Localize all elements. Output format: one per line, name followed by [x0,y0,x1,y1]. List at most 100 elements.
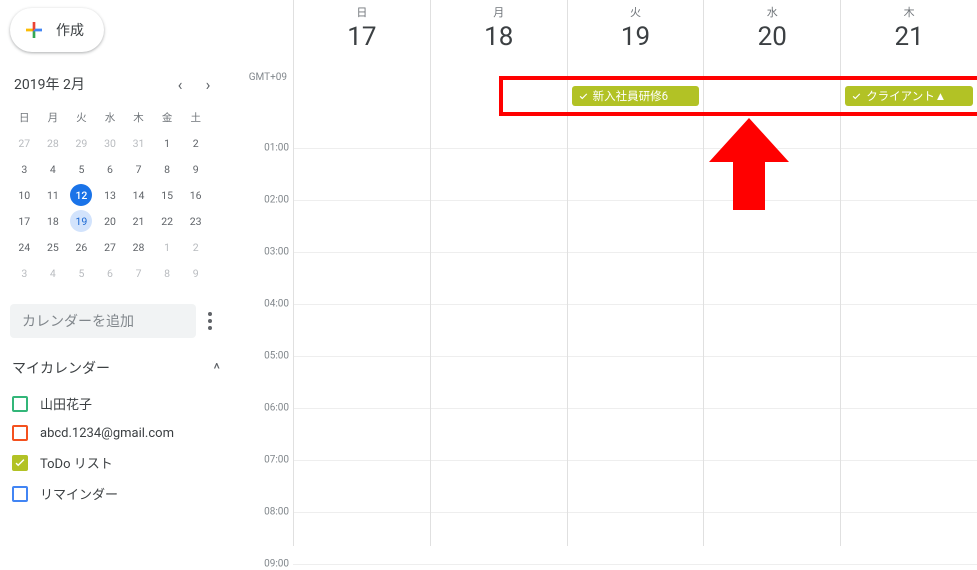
mini-cal-day[interactable]: 1 [153,234,182,260]
calendar-label: abcd.1234@gmail.com [40,426,174,441]
day-header[interactable]: 日 17 [294,0,430,80]
mini-cal-day[interactable]: 24 [10,234,39,260]
mini-cal-day[interactable]: 18 [39,208,68,234]
calendar-list-item[interactable]: ToDo リスト [10,447,226,478]
mini-cal-day[interactable]: 3 [10,156,39,182]
calendar-list-item[interactable]: リマインダー [10,478,226,509]
mini-cal-day[interactable]: 6 [96,260,125,286]
mini-cal-dow: 火 [67,104,96,130]
day-header[interactable]: 木 21 [841,0,977,80]
mini-cal-day[interactable]: 19 [67,208,96,234]
hour-label: 06:00 [237,403,289,414]
timezone-label: GMT+09 [237,72,293,83]
mini-cal-day[interactable]: 20 [96,208,125,234]
mini-cal-day[interactable]: 25 [39,234,68,260]
mini-cal-day[interactable]: 5 [67,156,96,182]
mini-cal-day[interactable]: 21 [124,208,153,234]
day-number: 18 [431,22,567,52]
mini-cal-day[interactable]: 27 [10,130,39,156]
check-icon [851,91,862,102]
mini-cal-day[interactable]: 12 [67,182,96,208]
mini-cal-title: 2019年 2月 [14,74,85,94]
mini-cal-day[interactable]: 9 [181,156,210,182]
mini-cal-day[interactable]: 13 [96,182,125,208]
mini-cal-day[interactable]: 28 [124,234,153,260]
create-label: 作成 [56,20,84,40]
hour-gridline [293,564,977,565]
mini-cal-day[interactable]: 10 [10,182,39,208]
mini-cal-day[interactable]: 30 [96,130,125,156]
hour-label: 01:00 [237,143,289,154]
mini-cal-day[interactable]: 4 [39,260,68,286]
mini-cal-day[interactable]: 2 [181,234,210,260]
hour-label: 07:00 [237,455,289,466]
mini-cal-day[interactable]: 3 [10,260,39,286]
day-column[interactable]: 日 17 [293,0,430,546]
mini-cal-dow: 月 [39,104,68,130]
next-month-button[interactable]: › [196,72,220,96]
mini-cal-day[interactable]: 23 [181,208,210,234]
day-header[interactable]: 月 18 [431,0,567,80]
mini-cal-dow: 金 [153,104,182,130]
chevron-up-icon: ^ [213,359,220,378]
mini-cal-day[interactable]: 9 [181,260,210,286]
calendar-event[interactable]: クライアント▲ [845,86,973,106]
day-column[interactable]: 火 19 新入社員研修6 [567,0,704,546]
hour-label: 09:00 [237,559,289,570]
calendar-checkbox[interactable] [12,425,28,441]
add-calendar-input[interactable]: カレンダーを追加 [10,304,196,338]
mini-cal-day[interactable]: 26 [67,234,96,260]
mini-calendar: 日月火水木金土 27282930311234567891011121314151… [10,104,210,286]
mini-cal-day[interactable]: 29 [67,130,96,156]
mini-cal-day[interactable]: 4 [39,156,68,182]
calendar-label: リマインダー [40,484,118,503]
mini-cal-day[interactable]: 6 [96,156,125,182]
calendar-list-item[interactable]: 山田花子 [10,388,226,419]
mini-cal-day[interactable]: 17 [10,208,39,234]
mini-cal-day[interactable]: 14 [124,182,153,208]
day-of-week-label: 月 [431,4,567,20]
mini-cal-day[interactable]: 5 [67,260,96,286]
mini-cal-day[interactable]: 22 [153,208,182,234]
mini-cal-day[interactable]: 8 [153,260,182,286]
mini-cal-day[interactable]: 7 [124,260,153,286]
mini-cal-day[interactable]: 31 [124,130,153,156]
hour-label: 04:00 [237,299,289,310]
day-of-week-label: 木 [841,4,977,20]
mini-cal-day[interactable]: 15 [153,182,182,208]
day-column[interactable]: 木 21 クライアント▲ [840,0,977,546]
day-number: 19 [568,22,704,52]
mini-cal-day[interactable]: 8 [153,156,182,182]
mini-cal-day[interactable]: 16 [181,182,210,208]
add-calendar-placeholder: カレンダーを追加 [22,311,134,331]
day-number: 17 [294,22,430,52]
day-column[interactable]: 水 20 [703,0,840,546]
calendar-checkbox[interactable] [12,486,28,502]
calendar-event[interactable]: 新入社員研修6 [572,86,700,106]
mini-cal-dow: 土 [181,104,210,130]
prev-month-button[interactable]: ‹ [168,72,192,96]
day-of-week-label: 日 [294,4,430,20]
my-calendars-label: マイカレンダー [12,358,110,378]
mini-cal-day[interactable]: 28 [39,130,68,156]
day-number: 21 [841,22,977,52]
hour-label: 03:00 [237,247,289,258]
plus-icon [22,18,46,42]
create-button[interactable]: 作成 [10,8,104,52]
mini-cal-day[interactable]: 11 [39,182,68,208]
day-of-week-label: 水 [704,4,840,20]
day-of-week-label: 火 [568,4,704,20]
day-header[interactable]: 水 20 [704,0,840,80]
my-calendars-toggle[interactable]: マイカレンダー ^ [12,358,220,378]
calendar-checkbox[interactable] [12,455,28,471]
calendar-list-item[interactable]: abcd.1234@gmail.com [10,419,226,447]
mini-cal-day[interactable]: 7 [124,156,153,182]
day-number: 20 [704,22,840,52]
mini-cal-day[interactable]: 27 [96,234,125,260]
day-column[interactable]: 月 18 [430,0,567,546]
day-header[interactable]: 火 19 [568,0,704,80]
add-calendar-options-button[interactable] [196,312,224,330]
mini-cal-day[interactable]: 2 [181,130,210,156]
calendar-checkbox[interactable] [12,396,28,412]
mini-cal-day[interactable]: 1 [153,130,182,156]
